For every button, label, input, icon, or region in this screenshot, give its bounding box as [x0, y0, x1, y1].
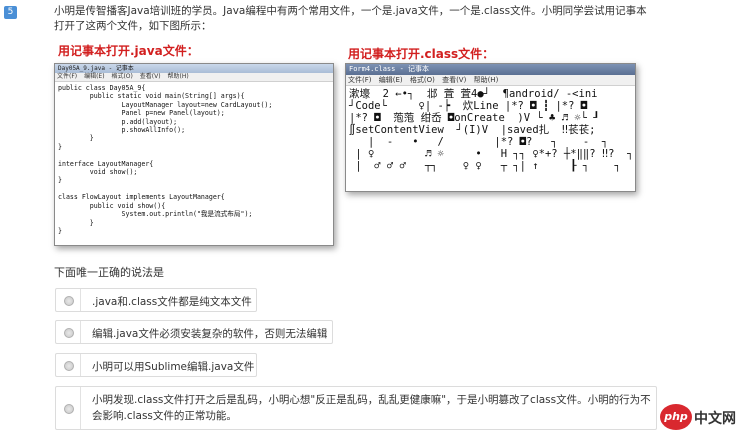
logo-text: 中文网	[694, 411, 736, 427]
java-notepad-title: Day05A_9.java - 记事本	[55, 64, 333, 73]
menu-format: 格式(O)	[111, 73, 133, 80]
radio-button-icon[interactable]	[64, 328, 74, 338]
option-text: 编辑.java文件必须安装复杂的软件，否则无法编辑	[92, 328, 328, 340]
menu-file: 文件(F)	[57, 73, 78, 80]
option-text: 小明发现.class文件打开之后是乱码，小明心想"反正是乱码，乱乱更健康嘛"，于…	[92, 394, 651, 422]
question-text: 小明是传智播客Java培训班的学员。Java编程中有两个常用文件，一个是.jav…	[54, 5, 647, 32]
java-caption: 用记事本打开.java文件：	[58, 44, 199, 58]
menu-edit: 编辑(E)	[378, 76, 403, 84]
menu-view: 查看(V)	[442, 76, 467, 84]
menu-help: 帮助(H)	[473, 76, 499, 84]
option-divider	[80, 321, 81, 343]
option-d[interactable]: 小明发现.class文件打开之后是乱码，小明心想"反正是乱码，乱乱更健康嘛"，于…	[55, 386, 657, 430]
option-a[interactable]: .java和.class文件都是纯文本文件	[55, 288, 257, 312]
radio-button-icon[interactable]	[64, 404, 74, 414]
php-logo-icon: php	[660, 404, 692, 430]
java-notepad-screenshot: Day05A_9.java - 记事本 文件(F) 编辑(E) 格式(O) 查看…	[54, 63, 334, 246]
class-notepad-screenshot: Form4.class - 记事本 文件(F) 编辑(E) 格式(O) 查看(V…	[345, 63, 636, 192]
java-notepad-menubar: 文件(F) 编辑(E) 格式(O) 查看(V) 帮助(H)	[55, 73, 333, 82]
menu-file: 文件(F)	[348, 76, 372, 84]
option-text: 小明可以用Sublime编辑.java文件	[92, 361, 255, 373]
menu-view: 查看(V)	[139, 73, 161, 80]
option-c[interactable]: 小明可以用Sublime编辑.java文件	[55, 353, 257, 377]
java-source-code: public class Day05A_9{ public static voi…	[58, 84, 273, 235]
option-text: .java和.class文件都是纯文本文件	[92, 296, 252, 308]
radio-button-icon[interactable]	[64, 361, 74, 371]
class-garbled-content: 漱壕 2 ←•┐ 邶 萓 萓4●┘ ¶android/ -<ini ┘Code└…	[349, 88, 634, 172]
class-notepad-menubar: 文件(F) 编辑(E) 格式(O) 查看(V) 帮助(H)	[346, 75, 635, 86]
menu-edit: 编辑(E)	[84, 73, 105, 80]
option-divider	[80, 354, 81, 376]
option-divider	[80, 289, 81, 311]
option-b[interactable]: 编辑.java文件必须安装复杂的软件，否则无法编辑	[55, 320, 333, 344]
answer-prompt: 下面唯一正确的说法是	[54, 266, 164, 279]
radio-button-icon[interactable]	[64, 296, 74, 306]
question-number-badge: 5	[4, 6, 17, 19]
class-caption: 用记事本打开.class文件：	[348, 47, 495, 61]
menu-help: 帮助(H)	[167, 73, 189, 80]
class-notepad-title: Form4.class - 记事本	[346, 64, 635, 75]
php-cn-logo: php 中文网	[660, 404, 744, 430]
menu-format: 格式(O)	[409, 76, 435, 84]
option-divider	[80, 387, 81, 429]
